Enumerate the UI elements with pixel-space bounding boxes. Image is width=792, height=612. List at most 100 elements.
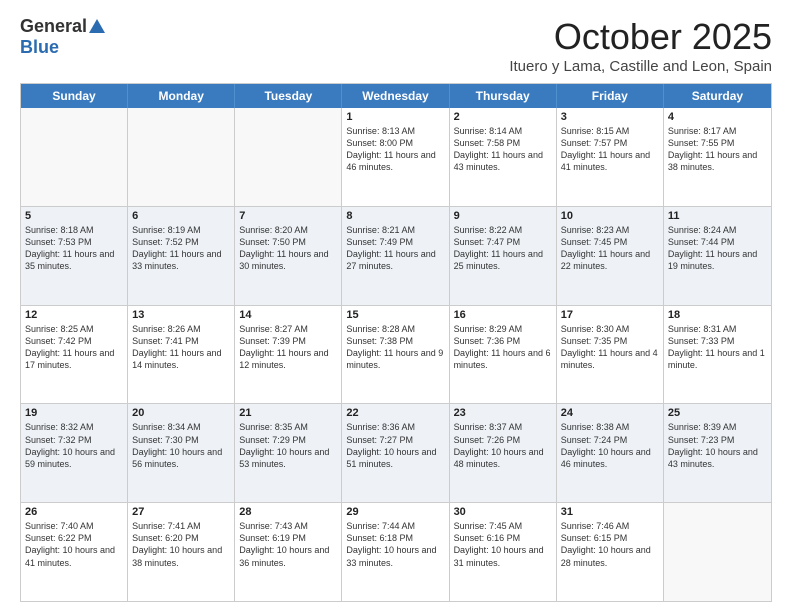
calendar-cell-4-1: 27 Sunrise: 7:41 AM Sunset: 6:20 PM Dayli… — [128, 503, 235, 601]
day-number: 24 — [561, 407, 659, 419]
month-title: October 2025 — [509, 16, 772, 58]
day-number: 21 — [239, 407, 337, 419]
weekday-header-tuesday: Tuesday — [235, 84, 342, 108]
calendar-cell-3-1: 20 Sunrise: 8:34 AM Sunset: 7:30 PM Dayli… — [128, 404, 235, 502]
weekday-header-wednesday: Wednesday — [342, 84, 449, 108]
calendar-cell-1-4: 9Sunrise: 8:22 AM Sunset: 7:47 PM Daylig… — [450, 207, 557, 305]
location: Ituero y Lama, Castille and Leon, Spain — [509, 58, 772, 75]
calendar-cell-2-5: 17 Sunrise: 8:30 AM Sunset: 7:35 PM Dayli… — [557, 306, 664, 404]
logo-blue-text: Blue — [20, 37, 59, 58]
day-number: 2 — [454, 111, 552, 123]
day-number: 17 — [561, 309, 659, 321]
day-info: Sunrise: 8:15 AM Sunset: 7:57 PM Dayligh… — [561, 125, 659, 174]
calendar-cell-3-2: 21 Sunrise: 8:35 AM Sunset: 7:29 PM Dayli… — [235, 404, 342, 502]
calendar-cell-3-6: 25 Sunrise: 8:39 AM Sunset: 7:23 PM Dayli… — [664, 404, 771, 502]
calendar-cell-1-3: 8 Sunrise: 8:21 AM Sunset: 7:49 PM Daylig… — [342, 207, 449, 305]
logo-general-text: General — [20, 16, 87, 37]
calendar-cell-2-3: 15Sunrise: 8:28 AM Sunset: 7:38 PM Dayli… — [342, 306, 449, 404]
day-info: Sunrise: 7:43 AM Sunset: 6:19 PM Dayligh… — [239, 520, 337, 569]
calendar-cell-4-2: 28 Sunrise: 7:43 AM Sunset: 6:19 PM Dayli… — [235, 503, 342, 601]
calendar-cell-1-5: 10Sunrise: 8:23 AM Sunset: 7:45 PM Dayli… — [557, 207, 664, 305]
page: General Blue October 2025 Ituero y Lama,… — [0, 0, 792, 612]
calendar-cell-2-2: 14Sunrise: 8:27 AM Sunset: 7:39 PM Dayli… — [235, 306, 342, 404]
day-number: 3 — [561, 111, 659, 123]
weekday-header-friday: Friday — [557, 84, 664, 108]
calendar-cell-1-6: 11 Sunrise: 8:24 AM Sunset: 7:44 PM Dayli… — [664, 207, 771, 305]
calendar-cell-0-5: 3 Sunrise: 8:15 AM Sunset: 7:57 PM Daylig… — [557, 108, 664, 206]
calendar-cell-0-2 — [235, 108, 342, 206]
day-info: Sunrise: 8:26 AM Sunset: 7:41 PM Dayligh… — [132, 323, 230, 372]
day-info: Sunrise: 8:39 AM Sunset: 7:23 PM Dayligh… — [668, 421, 767, 470]
calendar-cell-2-4: 16Sunrise: 8:29 AM Sunset: 7:36 PM Dayli… — [450, 306, 557, 404]
day-number: 15 — [346, 309, 444, 321]
calendar-row-3: 19Sunrise: 8:32 AM Sunset: 7:32 PM Dayli… — [21, 403, 771, 502]
calendar-cell-2-6: 18 Sunrise: 8:31 AM Sunset: 7:33 PM Dayli… — [664, 306, 771, 404]
day-number: 14 — [239, 309, 337, 321]
calendar-cell-1-0: 5Sunrise: 8:18 AM Sunset: 7:53 PM Daylig… — [21, 207, 128, 305]
day-info: Sunrise: 8:35 AM Sunset: 7:29 PM Dayligh… — [239, 421, 337, 470]
day-info: Sunrise: 8:38 AM Sunset: 7:24 PM Dayligh… — [561, 421, 659, 470]
day-info: Sunrise: 8:20 AM Sunset: 7:50 PM Dayligh… — [239, 224, 337, 273]
day-info: Sunrise: 8:19 AM Sunset: 7:52 PM Dayligh… — [132, 224, 230, 273]
day-info: Sunrise: 8:21 AM Sunset: 7:49 PM Dayligh… — [346, 224, 444, 273]
day-number: 11 — [668, 210, 767, 222]
calendar-cell-3-0: 19Sunrise: 8:32 AM Sunset: 7:32 PM Dayli… — [21, 404, 128, 502]
weekday-header-sunday: Sunday — [21, 84, 128, 108]
weekday-header-saturday: Saturday — [664, 84, 771, 108]
calendar-cell-0-4: 2 Sunrise: 8:14 AM Sunset: 7:58 PM Daylig… — [450, 108, 557, 206]
day-info: Sunrise: 8:18 AM Sunset: 7:53 PM Dayligh… — [25, 224, 123, 273]
calendar-body: 1 Sunrise: 8:13 AM Sunset: 8:00 PM Daylig… — [21, 108, 771, 601]
calendar-cell-2-0: 12 Sunrise: 8:25 AM Sunset: 7:42 PM Dayli… — [21, 306, 128, 404]
day-number: 29 — [346, 506, 444, 518]
day-info: Sunrise: 8:31 AM Sunset: 7:33 PM Dayligh… — [668, 323, 767, 372]
day-info: Sunrise: 8:36 AM Sunset: 7:27 PM Dayligh… — [346, 421, 444, 470]
day-number: 28 — [239, 506, 337, 518]
day-number: 25 — [668, 407, 767, 419]
calendar-cell-4-3: 29 Sunrise: 7:44 AM Sunset: 6:18 PM Dayli… — [342, 503, 449, 601]
calendar-header: SundayMondayTuesdayWednesdayThursdayFrid… — [21, 84, 771, 108]
day-number: 27 — [132, 506, 230, 518]
day-info: Sunrise: 8:29 AM Sunset: 7:36 PM Dayligh… — [454, 323, 552, 372]
day-number: 26 — [25, 506, 123, 518]
day-info: Sunrise: 8:34 AM Sunset: 7:30 PM Dayligh… — [132, 421, 230, 470]
header: General Blue October 2025 Ituero y Lama,… — [20, 16, 772, 75]
day-info: Sunrise: 8:25 AM Sunset: 7:42 PM Dayligh… — [25, 323, 123, 372]
calendar-cell-4-0: 26 Sunrise: 7:40 AM Sunset: 6:22 PM Dayli… — [21, 503, 128, 601]
day-info: Sunrise: 8:37 AM Sunset: 7:26 PM Dayligh… — [454, 421, 552, 470]
calendar-row-2: 12 Sunrise: 8:25 AM Sunset: 7:42 PM Dayli… — [21, 305, 771, 404]
calendar-cell-3-5: 24 Sunrise: 8:38 AM Sunset: 7:24 PM Dayli… — [557, 404, 664, 502]
day-number: 4 — [668, 111, 767, 123]
day-info: Sunrise: 7:41 AM Sunset: 6:20 PM Dayligh… — [132, 520, 230, 569]
title-block: October 2025 Ituero y Lama, Castille and… — [509, 16, 772, 75]
day-info: Sunrise: 8:13 AM Sunset: 8:00 PM Dayligh… — [346, 125, 444, 174]
day-number: 23 — [454, 407, 552, 419]
calendar-row-4: 26 Sunrise: 7:40 AM Sunset: 6:22 PM Dayli… — [21, 502, 771, 601]
day-info: Sunrise: 8:24 AM Sunset: 7:44 PM Dayligh… — [668, 224, 767, 273]
day-number: 18 — [668, 309, 767, 321]
calendar-row-0: 1 Sunrise: 8:13 AM Sunset: 8:00 PM Daylig… — [21, 108, 771, 206]
day-info: Sunrise: 8:22 AM Sunset: 7:47 PM Dayligh… — [454, 224, 552, 273]
day-info: Sunrise: 7:44 AM Sunset: 6:18 PM Dayligh… — [346, 520, 444, 569]
logo: General Blue — [20, 16, 105, 58]
day-info: Sunrise: 7:45 AM Sunset: 6:16 PM Dayligh… — [454, 520, 552, 569]
day-info: Sunrise: 8:14 AM Sunset: 7:58 PM Dayligh… — [454, 125, 552, 174]
day-number: 13 — [132, 309, 230, 321]
day-info: Sunrise: 8:17 AM Sunset: 7:55 PM Dayligh… — [668, 125, 767, 174]
weekday-header-thursday: Thursday — [450, 84, 557, 108]
weekday-header-monday: Monday — [128, 84, 235, 108]
day-number: 20 — [132, 407, 230, 419]
day-number: 1 — [346, 111, 444, 123]
calendar-cell-3-3: 22 Sunrise: 8:36 AM Sunset: 7:27 PM Dayli… — [342, 404, 449, 502]
calendar: SundayMondayTuesdayWednesdayThursdayFrid… — [20, 83, 772, 602]
logo-triangle-icon — [89, 19, 105, 33]
calendar-row-1: 5Sunrise: 8:18 AM Sunset: 7:53 PM Daylig… — [21, 206, 771, 305]
calendar-cell-1-1: 6Sunrise: 8:19 AM Sunset: 7:52 PM Daylig… — [128, 207, 235, 305]
day-info: Sunrise: 8:32 AM Sunset: 7:32 PM Dayligh… — [25, 421, 123, 470]
day-number: 22 — [346, 407, 444, 419]
day-number: 8 — [346, 210, 444, 222]
day-number: 30 — [454, 506, 552, 518]
day-info: Sunrise: 7:40 AM Sunset: 6:22 PM Dayligh… — [25, 520, 123, 569]
day-info: Sunrise: 8:30 AM Sunset: 7:35 PM Dayligh… — [561, 323, 659, 372]
day-number: 12 — [25, 309, 123, 321]
calendar-cell-4-6 — [664, 503, 771, 601]
